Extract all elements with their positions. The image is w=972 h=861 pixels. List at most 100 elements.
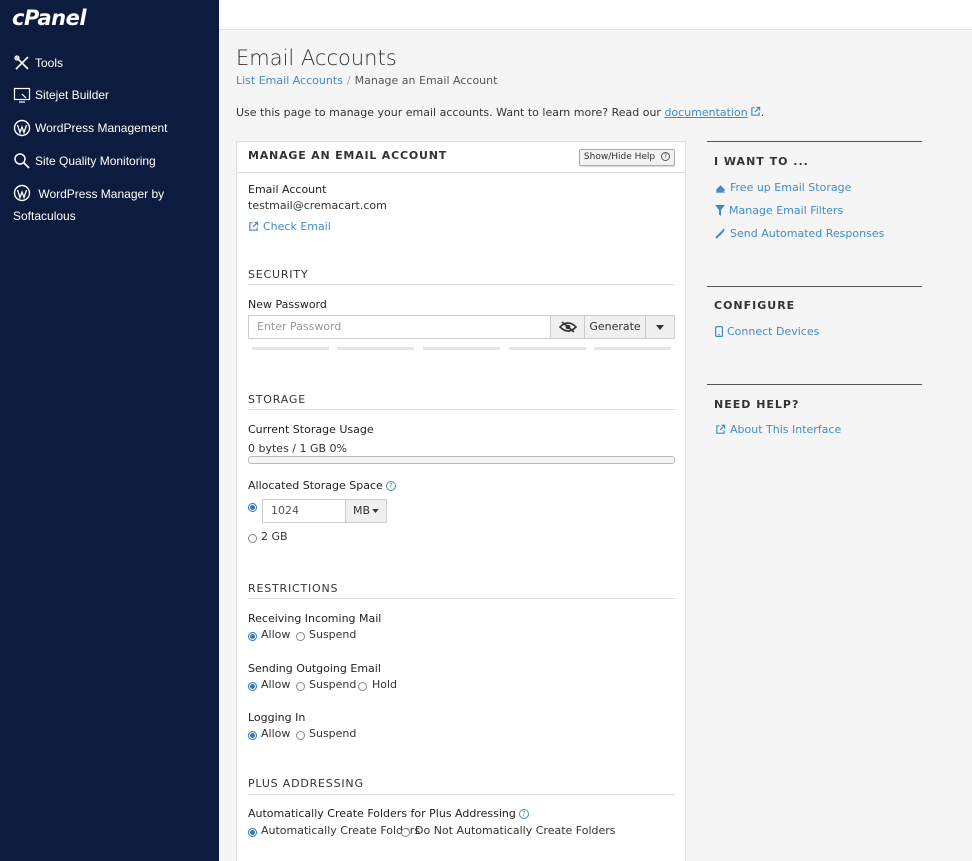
help-button-label: Show/Hide Help xyxy=(583,152,656,162)
aside-divider xyxy=(707,286,922,287)
restrictions-divider xyxy=(248,598,675,599)
external-link-icon xyxy=(750,106,760,116)
password-strength-segment xyxy=(337,347,414,350)
eye-slash-icon xyxy=(558,321,577,333)
email-account-label: Email Account xyxy=(248,183,327,196)
help-question-icon[interactable]: ? xyxy=(518,809,529,819)
login-allow-label: Allow xyxy=(261,727,291,740)
cpanel-logo[interactable]: cPanel xyxy=(12,6,87,30)
outgoing-hold-radio[interactable] xyxy=(358,682,367,691)
allocated-storage-text: Allocated Storage Space xyxy=(248,479,383,492)
about-this-interface-link[interactable]: About This Interface xyxy=(715,423,841,436)
breadcrumb: List Email Accounts / Manage an Email Acco… xyxy=(236,74,497,87)
toggle-password-visibility-button[interactable] xyxy=(550,315,585,339)
need-help-heading: NEED HELP? xyxy=(714,398,800,411)
incoming-allow-radio[interactable] xyxy=(248,632,257,641)
breadcrumb-link-list-email-accounts[interactable]: List Email Accounts xyxy=(236,74,343,87)
outgoing-suspend-label: Suspend xyxy=(309,678,357,691)
caret-down-icon xyxy=(656,325,664,330)
sidebar-item-label: Site Quality Monitoring xyxy=(35,154,156,168)
free-up-storage-link[interactable]: Free up Email Storage xyxy=(715,181,851,194)
sidebar-item-wordpress-manager-softaculous[interactable]: WordPress Manager by Softaculous xyxy=(13,183,183,227)
check-email-label: Check Email xyxy=(263,220,331,233)
about-this-interface-label: About This Interface xyxy=(730,423,842,436)
password-strength-segment xyxy=(509,347,586,350)
configure-heading: CONFIGURE xyxy=(714,299,796,312)
panel-header: MANAGE AN EMAIL ACCOUNT Show/Hide Help ? xyxy=(237,142,685,173)
documentation-link[interactable]: documentation xyxy=(664,106,747,119)
aside-divider xyxy=(707,384,922,385)
free-up-storage-label: Free up Email Storage xyxy=(730,181,852,194)
external-link-icon xyxy=(249,221,259,231)
intro-text: Use this page to manage your email accou… xyxy=(236,106,764,119)
restrictions-heading: RESTRICTIONS xyxy=(248,582,339,595)
send-automated-responses-label: Send Automated Responses xyxy=(730,227,885,240)
outgoing-hold-label: Hold xyxy=(372,678,398,691)
storage-2gb-label: 2 GB xyxy=(261,530,288,543)
breadcrumb-current: Manage an Email Account xyxy=(354,74,498,87)
new-password-input[interactable]: Enter Password xyxy=(248,315,551,339)
sidebar-item-tools[interactable]: Tools xyxy=(13,52,63,74)
tools-icon xyxy=(14,55,29,70)
sidebar: cPanel Tools Sitejet Builder WordPress M… xyxy=(0,0,219,861)
incoming-allow-label: Allow xyxy=(261,628,291,641)
intro-body: Use this page to manage your email accou… xyxy=(236,106,665,119)
send-automated-responses-link[interactable]: Send Automated Responses xyxy=(715,227,884,240)
check-email-link[interactable]: Check Email xyxy=(248,220,331,233)
page-title: Email Accounts xyxy=(236,46,397,70)
password-strength-segment xyxy=(594,347,671,350)
plus-addressing-text: Automatically Create Folders for Plus Ad… xyxy=(248,807,516,820)
show-hide-help-button[interactable]: Show/Hide Help ? xyxy=(578,149,675,166)
aside-divider xyxy=(707,141,922,142)
sidebar-item-label: WordPress Manager by Softaculous xyxy=(13,187,165,223)
storage-custom-radio[interactable] xyxy=(248,503,257,512)
storage-usage-bar xyxy=(248,456,675,464)
storage-unit-label: MB xyxy=(352,504,371,517)
no-auto-create-folders-label: Do Not Automatically Create Folders xyxy=(415,824,616,837)
password-strength-segment xyxy=(423,347,500,350)
storage-heading: STORAGE xyxy=(248,393,306,406)
breadcrumb-separator: / xyxy=(346,74,351,87)
incoming-suspend-label: Suspend xyxy=(309,628,357,641)
sidebar-item-site-quality-monitoring[interactable]: Site Quality Monitoring xyxy=(13,150,156,172)
current-storage-value: 0 bytes / 1 GB 0% xyxy=(248,442,348,455)
question-icon: ? xyxy=(661,152,670,161)
login-allow-radio[interactable] xyxy=(248,731,257,740)
security-heading: SECURITY xyxy=(248,268,309,281)
connect-devices-link[interactable]: Connect Devices xyxy=(715,325,819,338)
magic-wand-icon xyxy=(715,228,726,239)
outgoing-allow-radio[interactable] xyxy=(248,682,257,691)
wordpress-icon xyxy=(13,119,31,137)
mobile-device-icon xyxy=(715,326,723,337)
outgoing-allow-label: Allow xyxy=(261,678,291,691)
generate-options-dropdown[interactable] xyxy=(645,315,675,339)
auto-create-folders-radio[interactable] xyxy=(248,828,257,837)
storage-2gb-radio[interactable] xyxy=(248,534,257,543)
caret-down-icon xyxy=(372,509,379,513)
manage-email-filters-link[interactable]: Manage Email Filters xyxy=(715,204,843,217)
password-strength-segment xyxy=(252,347,329,350)
help-question-icon[interactable]: ? xyxy=(385,481,396,491)
sidebar-item-label: Tools xyxy=(35,56,64,70)
sitejet-icon xyxy=(13,87,31,103)
sidebar-item-label: Sitejet Builder xyxy=(35,88,110,102)
panel-title: MANAGE AN EMAIL ACCOUNT xyxy=(248,149,448,162)
filter-icon xyxy=(715,205,725,216)
sidebar-item-sitejet-builder[interactable]: Sitejet Builder xyxy=(13,84,109,106)
incoming-mail-label: Receiving Incoming Mail xyxy=(248,612,382,625)
allocated-storage-label: Allocated Storage Space? xyxy=(248,479,396,492)
eraser-icon xyxy=(715,184,726,193)
outgoing-email-label: Sending Outgoing Email xyxy=(248,662,381,675)
sidebar-item-wordpress-management[interactable]: WordPress Management xyxy=(13,117,168,139)
plus-addressing-heading: PLUS ADDRESSING xyxy=(248,777,364,790)
manage-account-panel: MANAGE AN EMAIL ACCOUNT Show/Hide Help ?… xyxy=(236,141,686,861)
storage-quota-input[interactable]: 1024 xyxy=(262,499,346,523)
storage-unit-dropdown[interactable]: MB xyxy=(345,499,387,523)
outgoing-suspend-radio[interactable] xyxy=(296,682,305,691)
generate-password-button[interactable]: Generate xyxy=(584,315,646,339)
incoming-suspend-radio[interactable] xyxy=(296,632,305,641)
auto-create-folders-label: Automatically Create Folders xyxy=(261,824,421,837)
manage-email-filters-label: Manage Email Filters xyxy=(729,204,844,217)
no-auto-create-folders-radio[interactable] xyxy=(401,828,410,837)
login-suspend-radio[interactable] xyxy=(296,731,305,740)
